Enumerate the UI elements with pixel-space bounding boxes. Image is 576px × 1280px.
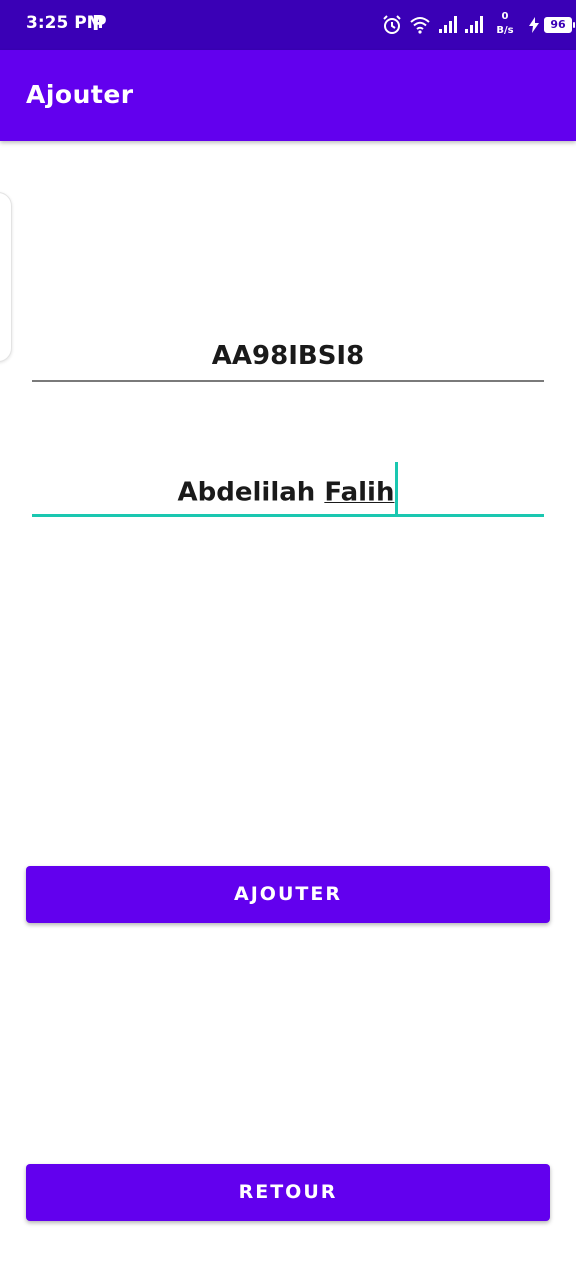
- network-speed: 0 B/s: [494, 10, 516, 38]
- signal-icon: [439, 16, 457, 33]
- app-bar: Ajouter: [0, 50, 576, 141]
- text-cursor: [395, 462, 399, 516]
- name-value-composing: Falih: [324, 477, 395, 508]
- matricule-value: AA98IBSI8: [211, 341, 365, 371]
- name-input[interactable]: Abdelilah Falih: [32, 462, 544, 517]
- app-notification-icon: P: [92, 11, 107, 35]
- battery-icon: 96: [544, 17, 575, 33]
- matricule-input[interactable]: AA98IBSI8: [32, 332, 544, 382]
- screen: 3:25 PM P 0 B/s 96 Ajouter AA98IBSI8 Abd…: [0, 0, 576, 1280]
- charging-icon: [529, 17, 539, 33]
- page-title: Ajouter: [26, 80, 134, 109]
- name-value-first: Abdelilah: [177, 477, 325, 508]
- network-speed-value: 0: [501, 11, 509, 22]
- alarm-icon: [383, 15, 401, 34]
- ajouter-button[interactable]: AJOUTER: [26, 866, 550, 923]
- status-bar: 3:25 PM P 0 B/s 96: [0, 0, 576, 50]
- wifi-icon: [410, 17, 430, 34]
- network-speed-unit: B/s: [496, 25, 514, 36]
- signal-icon: [465, 16, 483, 33]
- side-panel-handle[interactable]: [0, 192, 12, 362]
- retour-button[interactable]: RETOUR: [26, 1164, 550, 1221]
